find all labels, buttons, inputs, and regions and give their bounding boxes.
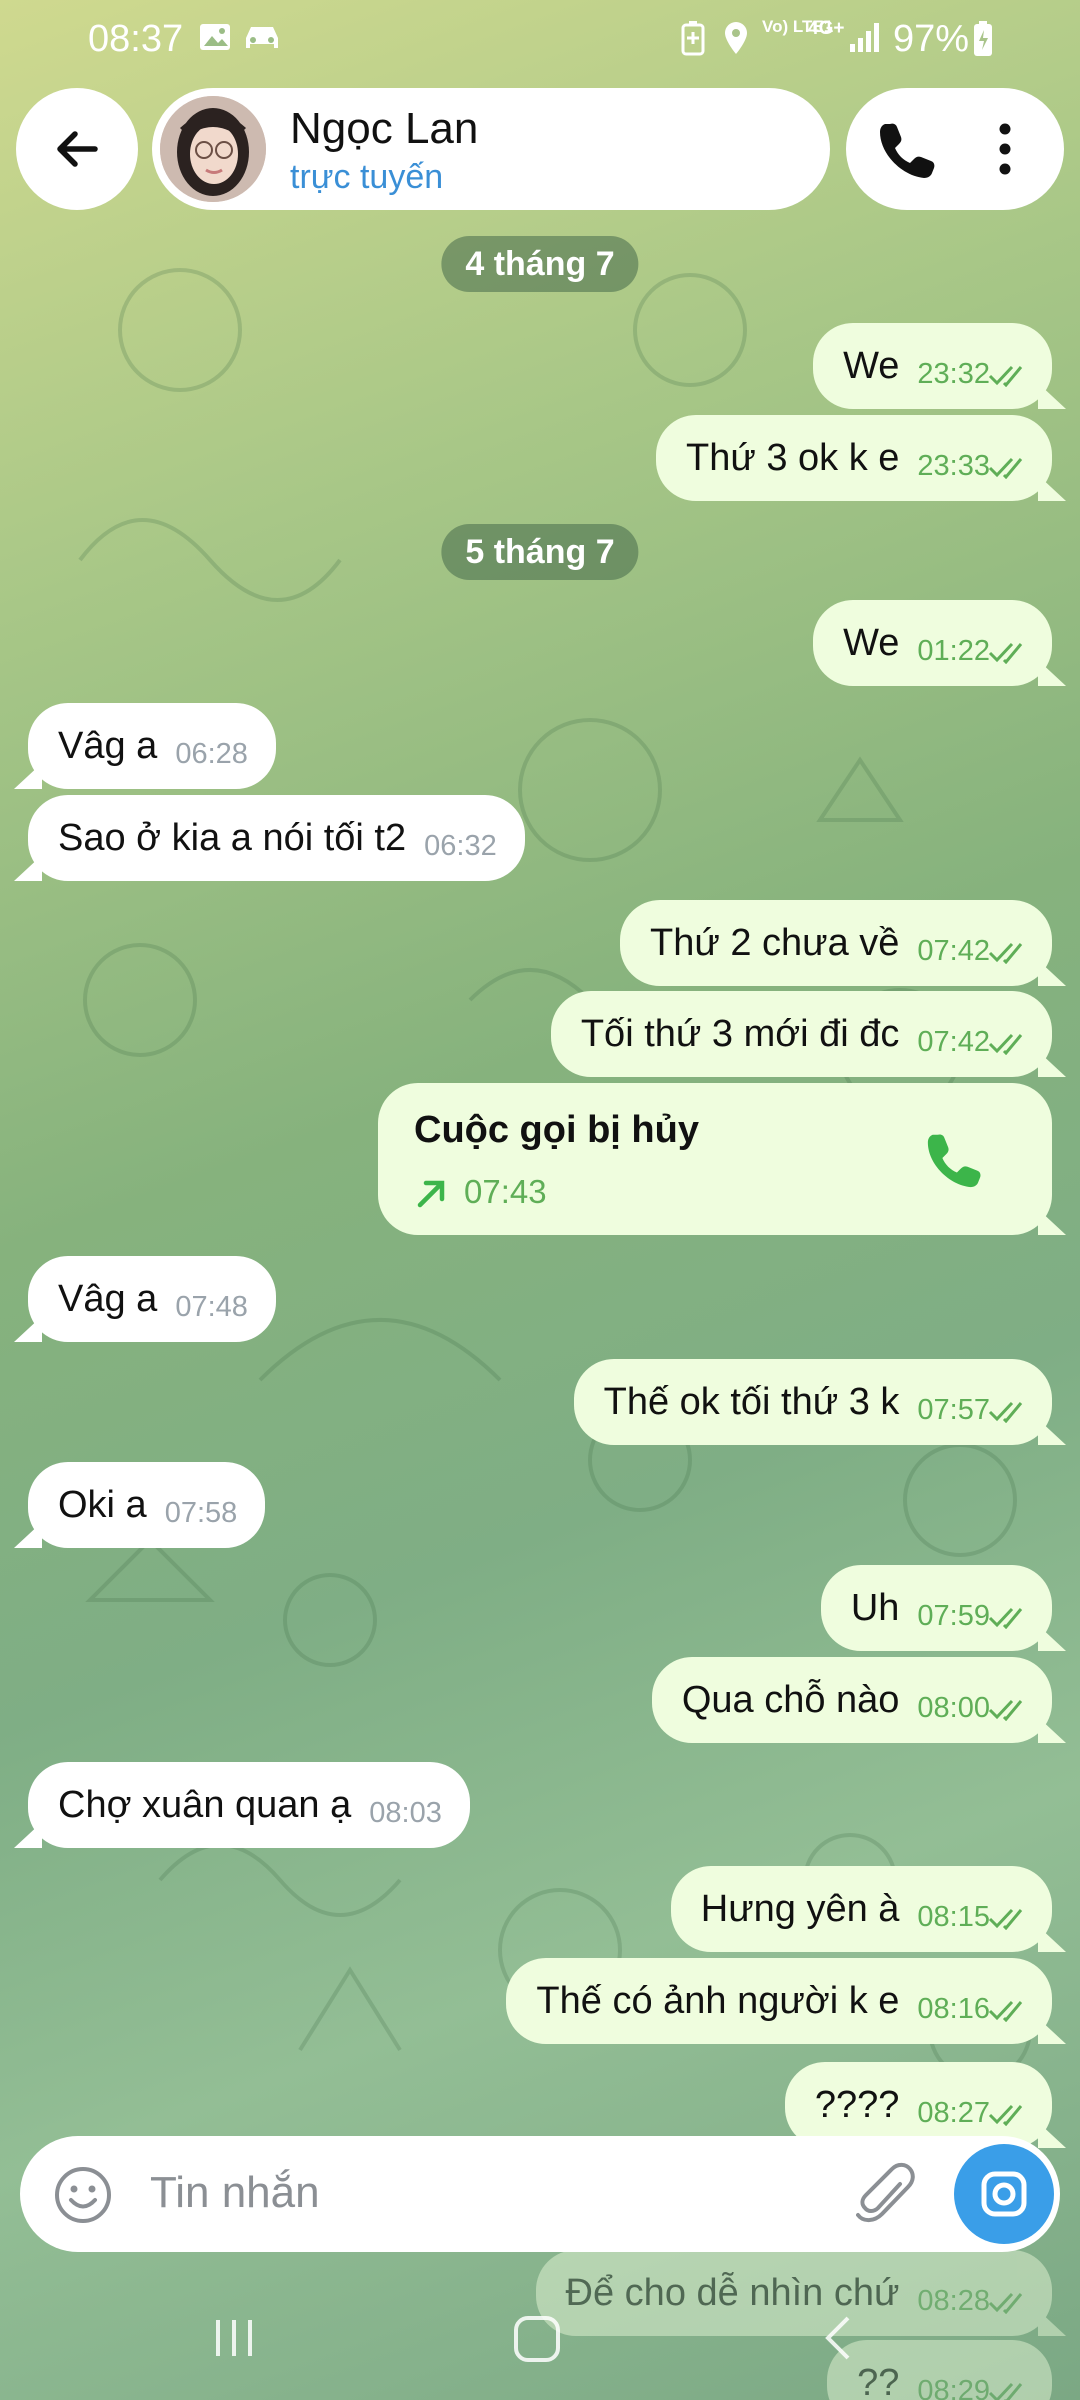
cancelled-call-card[interactable]: Cuộc gọi bị hủy 07:43 — [378, 1083, 1052, 1235]
message-text: Thế có ảnh người k e — [536, 1980, 900, 2022]
double-check-icon — [988, 1033, 1023, 1055]
message-bubble-outgoing[interactable]: We 01:22 — [813, 600, 1052, 686]
date-chip: 5 tháng 7 — [441, 524, 639, 580]
4g-icon: 4G+ — [808, 18, 845, 39]
message-text: Thứ 3 ok k e — [686, 437, 900, 479]
chat-screen: 08:37 Vo) LTE1 4G+ 97% Ngọc Lan trực tuy… — [0, 0, 1080, 2400]
message-bubble-incoming[interactable]: Vâg a 06:28 — [28, 703, 276, 789]
message-text: Vâg a — [58, 1278, 158, 1320]
message-bubble-incoming[interactable]: Sao ở kia a nói tối t2 06:32 — [28, 795, 525, 881]
message-bubble-incoming[interactable]: Vâg a 07:48 — [28, 1256, 276, 1342]
message-composer[interactable]: Tin nhắn — [20, 2136, 1060, 2252]
double-check-icon — [988, 1401, 1023, 1423]
header-actions — [846, 88, 1064, 210]
message-bubble-incoming[interactable]: Chợ xuân quan ạ 08:03 — [28, 1762, 470, 1848]
car-icon — [246, 27, 278, 48]
message-time: 07:42 — [917, 1026, 990, 1058]
message-text: Tối thứ 3 mới đi đc — [580, 1013, 900, 1055]
message-bubble-outgoing[interactable]: Qua chỗ nào 08:00 — [651, 1657, 1052, 1743]
message-text: Sao ở kia a nói tối t2 — [58, 817, 407, 859]
camera-button[interactable] — [954, 2144, 1054, 2244]
message-text: Thế ok tối thứ 3 k — [603, 1381, 900, 1423]
more-vertical-icon[interactable] — [980, 118, 1030, 180]
message-time: 23:33 — [917, 450, 990, 482]
message-time: 23:32 — [917, 358, 990, 390]
call-title: Cuộc gọi bị hủy — [414, 1109, 699, 1151]
message-text: We — [843, 345, 900, 387]
message-time: 07:57 — [917, 1394, 990, 1426]
message-bubble-outgoing[interactable]: We 23:32 — [813, 323, 1052, 409]
message-time: 07:48 — [175, 1291, 248, 1323]
contact-header[interactable]: Ngọc Lan trực tuyến — [152, 88, 830, 210]
call-time: 07:43 — [464, 1173, 547, 1210]
message-time: 08:16 — [917, 1993, 990, 2025]
double-check-icon — [988, 365, 1023, 387]
message-time: 08:15 — [917, 1901, 990, 1933]
message-time: 01:22 — [917, 635, 990, 667]
message-text: We — [843, 622, 900, 664]
message-text: Oki a — [58, 1484, 147, 1526]
contact-status: trực tuyến — [290, 158, 444, 196]
message-time: 06:28 — [175, 738, 248, 770]
contact-name: Ngọc Lan — [290, 104, 479, 153]
double-check-icon — [988, 1908, 1023, 1930]
arrow-left-icon — [57, 131, 98, 167]
paperclip-icon[interactable] — [856, 2162, 918, 2228]
double-check-icon — [988, 1699, 1023, 1721]
back-button[interactable] — [16, 88, 138, 210]
status-bar: 08:37 Vo) LTE1 4G+ 97% — [0, 0, 1080, 80]
message-text: Hưng yên à — [700, 1888, 900, 1930]
message-text: Thứ 2 chưa về — [649, 922, 900, 964]
message-bubble-outgoing[interactable]: Uh 07:59 — [820, 1565, 1052, 1651]
double-check-icon — [988, 642, 1023, 664]
message-text: Qua chỗ nào — [681, 1679, 900, 1721]
phone-icon[interactable] — [924, 1129, 984, 1189]
battery-charging-icon — [974, 21, 992, 56]
emoji-icon[interactable] — [52, 2164, 114, 2226]
message-time: 08:00 — [917, 1692, 990, 1724]
double-check-icon — [988, 457, 1023, 479]
message-bubble-outgoing[interactable]: Thứ 2 chưa về 07:42 — [619, 900, 1052, 986]
double-check-icon — [988, 2000, 1023, 2022]
status-time: 08:37 — [88, 18, 184, 60]
double-check-icon — [988, 2104, 1023, 2126]
message-time: 08:03 — [369, 1797, 442, 1829]
battery-saver-icon — [681, 21, 705, 56]
avatar[interactable] — [160, 96, 266, 202]
location-icon — [725, 22, 747, 54]
camera-icon — [981, 2171, 1027, 2217]
double-check-icon — [988, 942, 1023, 964]
gallery-icon — [200, 24, 230, 50]
message-bubble-outgoing[interactable]: Thứ 3 ok k e 23:33 — [656, 415, 1052, 501]
phone-icon[interactable] — [876, 118, 938, 180]
home-icon[interactable] — [512, 2314, 562, 2364]
message-time: 07:59 — [917, 1600, 990, 1632]
message-bubble-outgoing[interactable]: Thế ok tối thứ 3 k 07:57 — [573, 1359, 1052, 1445]
message-bubble-incoming[interactable]: Oki a 07:58 — [28, 1462, 266, 1548]
message-bubble-outgoing[interactable]: Tối thứ 3 mới đi đc 07:42 — [550, 991, 1052, 1077]
message-time: 06:32 — [424, 830, 497, 862]
message-time: 07:42 — [917, 935, 990, 967]
navigation-bar — [0, 2300, 1080, 2400]
message-text: Vâg a — [58, 725, 158, 767]
battery-percent: 97% — [893, 18, 970, 60]
avatar-photo — [160, 96, 266, 202]
message-time: 07:58 — [164, 1497, 238, 1529]
message-bubble-outgoing[interactable]: Thế có ảnh người k e 08:16 — [506, 1958, 1052, 2044]
back-icon[interactable] — [818, 2312, 858, 2364]
message-text: Chợ xuân quan ạ — [58, 1784, 352, 1826]
message-text: Uh — [850, 1587, 900, 1629]
double-check-icon — [988, 1607, 1023, 1629]
date-chip: 4 tháng 7 — [441, 236, 639, 292]
recent-apps-icon[interactable] — [212, 2316, 256, 2360]
message-bubble-outgoing[interactable]: Hưng yên à 08:15 — [670, 1866, 1052, 1952]
outgoing-arrow-icon — [417, 1180, 445, 1208]
signal-icon — [850, 23, 879, 52]
message-input[interactable]: Tin nhắn — [150, 2168, 320, 2218]
